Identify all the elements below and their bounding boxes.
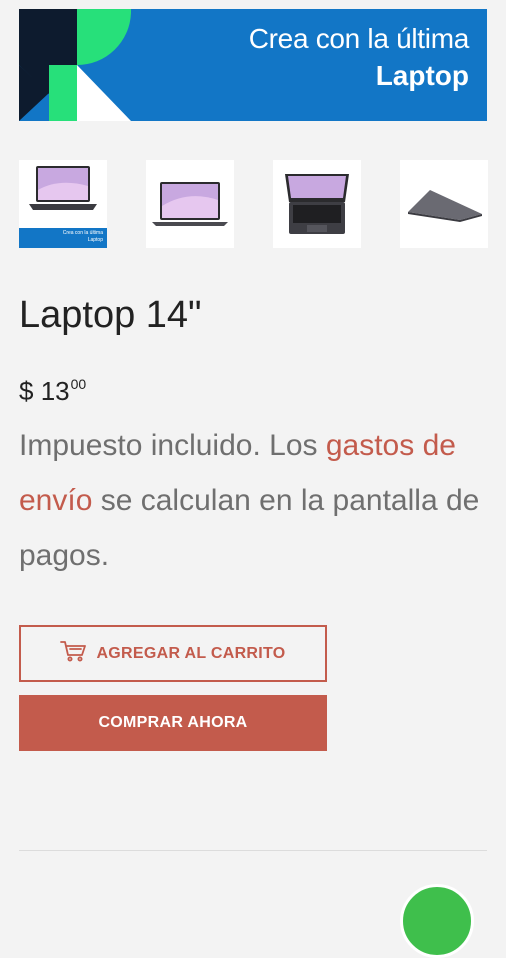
- product-title: Laptop 14": [19, 294, 202, 336]
- thumbnail-4[interactable]: [400, 160, 488, 248]
- banner-product-name: Laptop: [375, 60, 469, 91]
- thumbnail-3[interactable]: [273, 160, 361, 248]
- price-currency: $: [19, 376, 34, 406]
- laptop-front-image: [29, 166, 97, 210]
- chat-button[interactable]: [400, 884, 474, 958]
- thumbnail-1[interactable]: Crea con la última Laptop: [19, 160, 107, 248]
- price-cents: 00: [70, 376, 87, 392]
- thumbnail-2[interactable]: [146, 160, 234, 248]
- thumbnail-gallery: Crea con la última Laptop: [19, 160, 488, 248]
- product-price: $ 1300: [19, 366, 86, 409]
- cart-icon: [60, 640, 87, 667]
- laptop-top-image: [285, 174, 349, 234]
- price-whole: 13: [40, 376, 70, 406]
- banner-headline: Crea con la última: [248, 23, 470, 54]
- promo-banner[interactable]: Crea con la última Laptop: [19, 9, 487, 121]
- add-to-cart-label: AGREGAR AL CARRITO: [96, 644, 286, 662]
- thumbnail-strip-line2: Laptop: [87, 237, 103, 243]
- tax-shipping-note: Impuesto incluido. Los gastos de envío s…: [19, 418, 487, 583]
- laptop-front-image: [152, 182, 228, 226]
- laptop-side-image: [408, 190, 482, 222]
- buy-now-button[interactable]: COMPRAR AHORA: [19, 695, 327, 751]
- add-to-cart-button[interactable]: AGREGAR AL CARRITO: [19, 625, 327, 682]
- banner-geometric-graphic: [19, 9, 131, 121]
- section-divider: [19, 850, 487, 851]
- thumbnail-strip-line1: Crea con la última: [62, 230, 103, 236]
- thumbnail-banner-strip: Crea con la última Laptop: [19, 228, 107, 248]
- tax-text-before: Impuesto incluido. Los: [19, 429, 326, 462]
